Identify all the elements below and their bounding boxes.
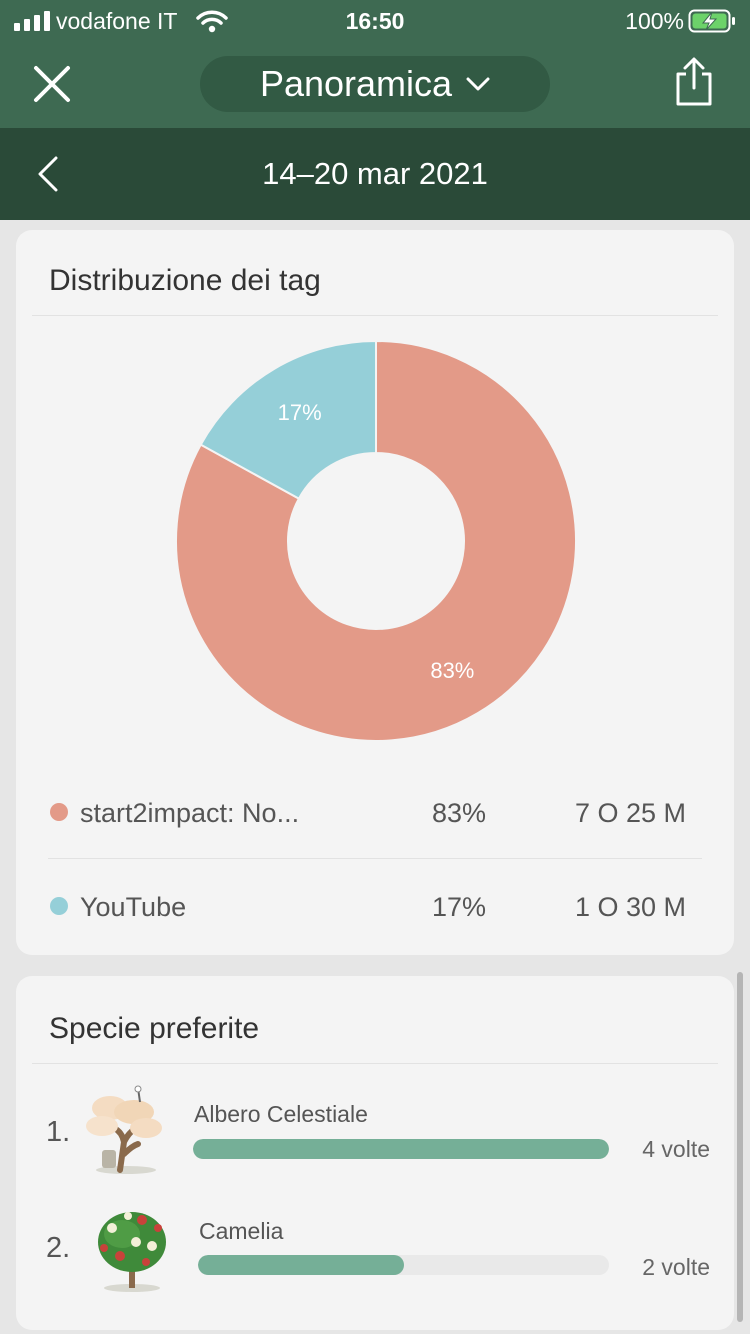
card-title: Distribuzione dei tag (49, 264, 321, 297)
species-rank: 2. (46, 1232, 71, 1264)
period-selector[interactable]: Panoramica (200, 56, 550, 112)
species-rank: 1. (46, 1116, 71, 1148)
share-button[interactable] (672, 56, 716, 108)
legend-row[interactable]: YouTube 17% 1 O 30 M (16, 886, 734, 926)
divider (48, 858, 702, 859)
species-progress-fill (193, 1139, 609, 1159)
battery-percent: 100% (625, 8, 684, 34)
date-range: 14–20 mar 2021 (262, 156, 488, 191)
species-progress-bar (198, 1255, 609, 1275)
species-count: 4 volte (642, 1136, 710, 1162)
battery-charging-icon (688, 9, 735, 33)
legend-percent: 17% (431, 892, 486, 922)
legend-tag-name: start2impact: No... (80, 798, 300, 828)
legend-tag-name: YouTube (80, 892, 187, 922)
legend-percent: 83% (431, 798, 486, 828)
species-name: Camelia (199, 1218, 284, 1244)
legend-duration: 1 O 30 M (574, 892, 686, 922)
legend-color-dot (50, 803, 68, 821)
species-count: 2 volte (642, 1254, 710, 1280)
divider (32, 315, 718, 316)
donut-slice-label: 17% (278, 400, 322, 425)
date-navigation-bar: 14–20 mar 2021 (0, 128, 750, 220)
close-button[interactable] (30, 62, 74, 106)
celestial-tree-icon (86, 1085, 162, 1174)
species-name: Albero Celestiale (194, 1101, 368, 1127)
chevron-down-icon (466, 77, 490, 91)
divider (32, 1063, 718, 1064)
legend-row[interactable]: start2impact: No... 83% 7 O 25 M (16, 792, 734, 832)
period-label: Panoramica (259, 63, 453, 104)
species-progress-fill (198, 1255, 404, 1275)
tag-distribution-card: Distribuzione dei tag 83% 17% start2impac… (16, 230, 734, 955)
top-bar: vodafone IT 16:50 100% Panoramica (0, 0, 750, 128)
donut-slice-label: 83% (430, 658, 474, 683)
card-title: Specie preferite (49, 1012, 260, 1045)
legend-duration: 7 O 25 M (574, 798, 686, 828)
camellia-tree-icon (98, 1212, 166, 1292)
tag-donut-chart: 83% 17% (175, 339, 577, 742)
favorite-species-card: Specie preferite 1. Albero Celestiale 4 … (16, 976, 734, 1330)
legend-color-dot (50, 897, 68, 915)
species-row: 1. Albero Celestiale 4 volte (16, 1084, 734, 1184)
species-row: 2. Camelia 2 volte (16, 1202, 734, 1302)
status-bar: vodafone IT 16:50 100% (0, 0, 750, 44)
species-progress-bar (193, 1139, 609, 1159)
scrollbar[interactable] (737, 972, 743, 1322)
